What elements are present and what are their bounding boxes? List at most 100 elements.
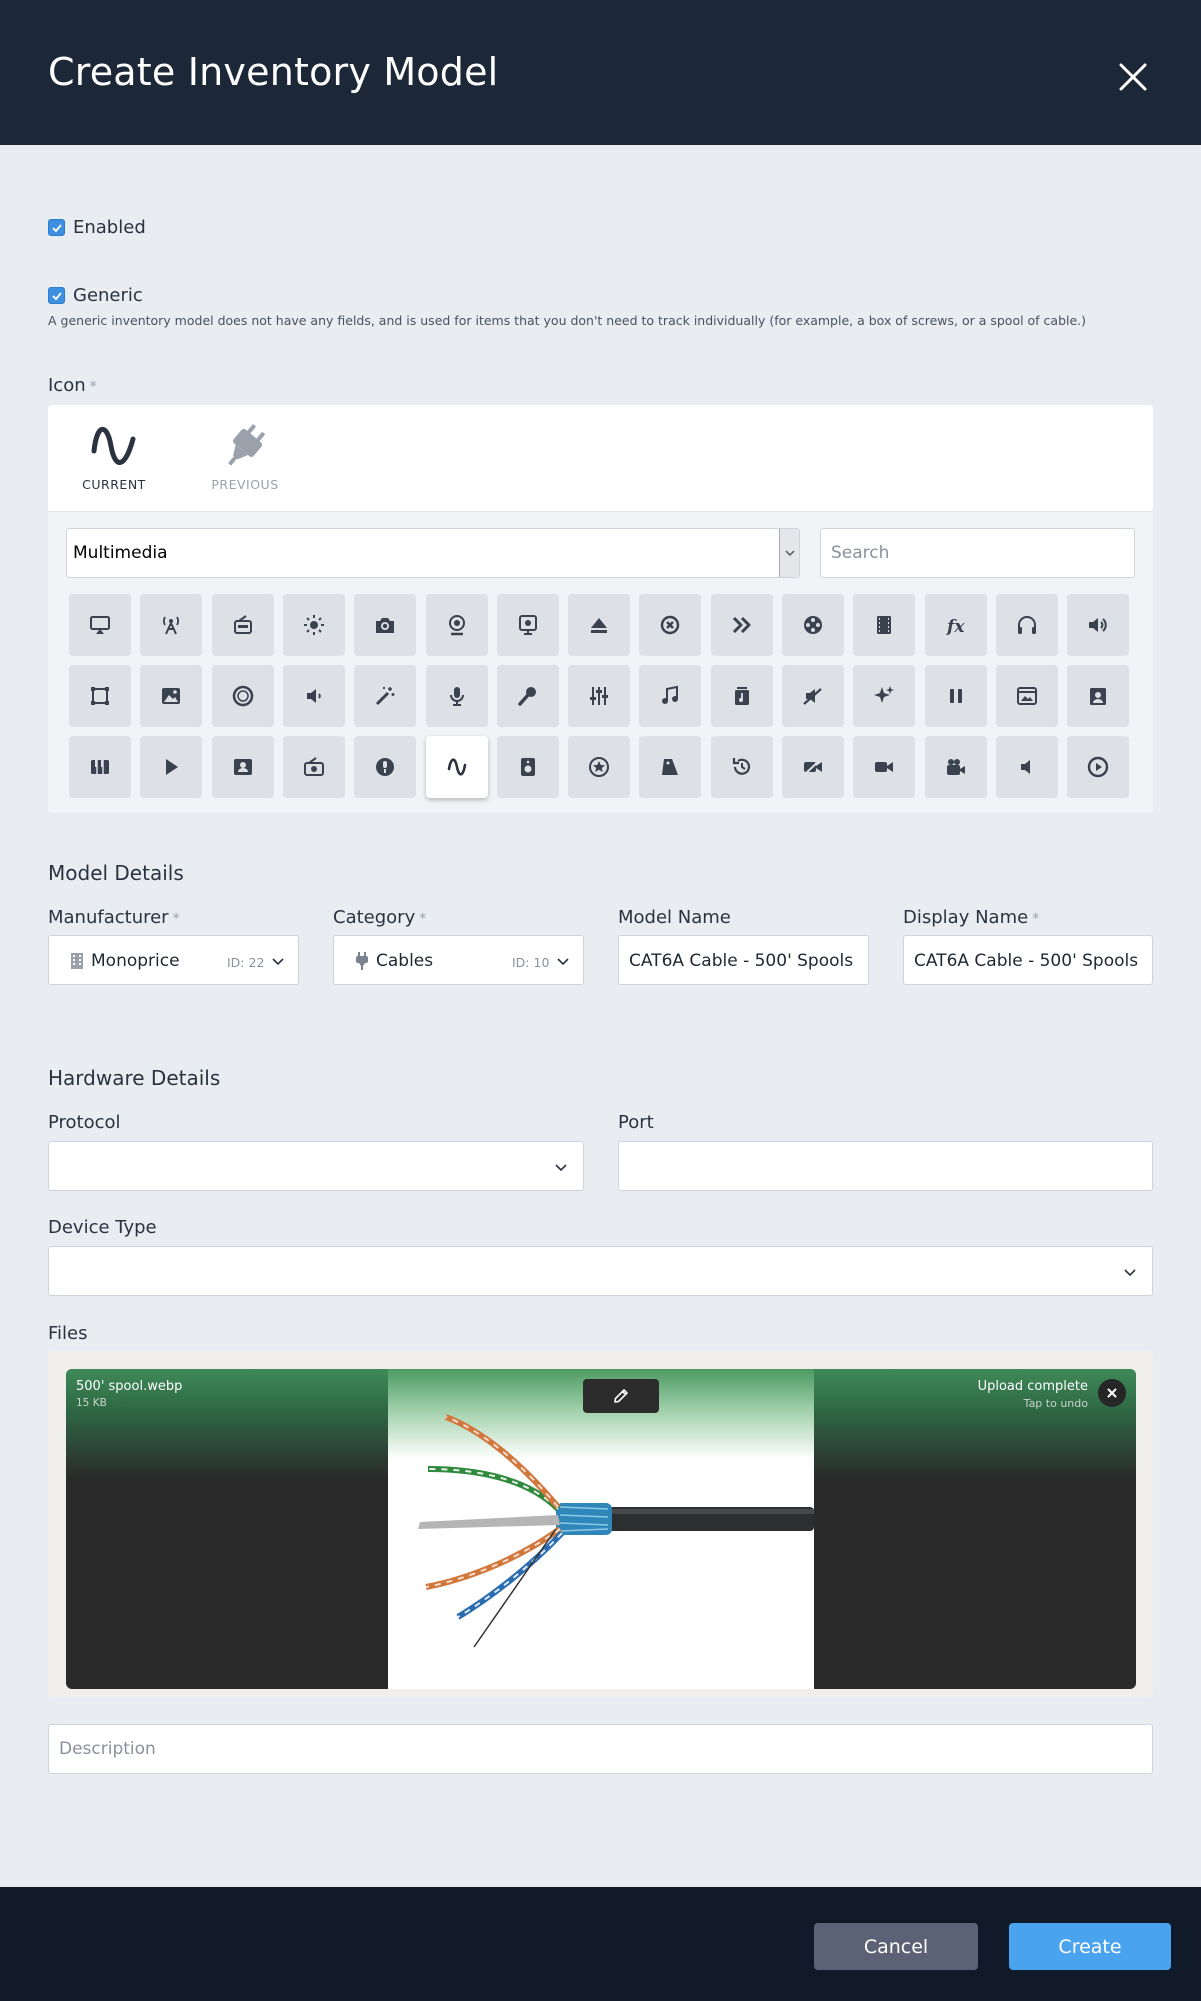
model-name-input[interactable]: CAT6A Cable - 500' Spools xyxy=(618,935,869,985)
icon-option[interactable] xyxy=(782,736,844,798)
icon-option[interactable] xyxy=(282,665,345,727)
icon-option[interactable] xyxy=(354,665,417,727)
icon-option[interactable] xyxy=(354,736,417,798)
icon-option[interactable] xyxy=(568,594,631,656)
icon-option[interactable] xyxy=(995,594,1058,656)
required-mark: * xyxy=(419,911,427,927)
icon-option[interactable] xyxy=(211,665,274,727)
fast-forward-icon xyxy=(732,616,751,634)
icon-category-value: Multimedia xyxy=(73,543,168,563)
icon-option[interactable] xyxy=(782,594,844,656)
icon-option[interactable] xyxy=(140,594,203,656)
plug-icon xyxy=(356,952,368,970)
icon-option[interactable] xyxy=(69,665,131,727)
check-icon xyxy=(51,223,62,232)
icon-option[interactable] xyxy=(710,594,773,656)
display-name-input[interactable]: CAT6A Cable - 500' Spools xyxy=(903,935,1153,985)
icon-option[interactable] xyxy=(710,736,773,798)
protocol-select[interactable] xyxy=(48,1141,584,1191)
portrait-icon xyxy=(1090,688,1107,705)
manufacturer-label-text: Manufacturer xyxy=(48,907,169,928)
select-arrow[interactable] xyxy=(779,529,799,577)
create-button[interactable]: Create xyxy=(1009,1923,1171,1970)
icon-option[interactable] xyxy=(425,594,488,656)
magic-wand-icon xyxy=(376,687,395,706)
enabled-checkbox[interactable] xyxy=(48,219,65,236)
undo-hint[interactable]: Tap to undo xyxy=(1024,1397,1088,1410)
icon-option[interactable] xyxy=(995,736,1058,798)
icon-option[interactable] xyxy=(639,736,702,798)
hardware-details-title: Hardware Details xyxy=(48,1066,221,1090)
icon-option[interactable] xyxy=(282,736,345,798)
category-id: ID: 10 xyxy=(512,955,550,970)
icon-option[interactable] xyxy=(853,665,916,727)
image-icon xyxy=(162,688,181,704)
file-name: 500' spool.webp xyxy=(76,1379,183,1394)
required-mark: * xyxy=(172,911,180,927)
category-select[interactable]: Cables ID: 10 xyxy=(333,935,584,985)
icon-option[interactable] xyxy=(140,736,203,798)
upload-status: Upload complete xyxy=(977,1379,1088,1394)
icon-option[interactable] xyxy=(140,665,203,727)
port-input[interactable] xyxy=(618,1141,1153,1191)
video-camera-icon xyxy=(875,762,894,772)
display-name-label: Display Name * xyxy=(903,907,1039,928)
icon-option[interactable] xyxy=(1067,665,1130,727)
icon-search-input[interactable] xyxy=(820,528,1135,578)
sliders-icon xyxy=(590,687,609,705)
icon-option[interactable] xyxy=(425,665,488,727)
icon-option[interactable] xyxy=(354,594,417,656)
edit-image-button[interactable] xyxy=(583,1379,659,1413)
icon-option[interactable] xyxy=(568,665,631,727)
icon-option[interactable] xyxy=(853,736,916,798)
waveform-icon xyxy=(447,758,466,776)
radio-cassette-icon xyxy=(303,757,324,776)
icon-option[interactable] xyxy=(995,665,1058,727)
remove-file-button[interactable] xyxy=(1098,1379,1126,1407)
building-icon xyxy=(71,953,83,969)
icon-option[interactable] xyxy=(639,594,702,656)
icon-option[interactable] xyxy=(568,736,631,798)
icon-option[interactable] xyxy=(496,665,559,727)
modal-header: Create Inventory Model xyxy=(0,0,1201,145)
category-label: Category * xyxy=(333,907,426,928)
icon-category-select[interactable]: Multimedia xyxy=(66,528,800,578)
icon-option[interactable] xyxy=(211,594,274,656)
device-type-select[interactable] xyxy=(48,1246,1153,1296)
chevron-down-icon xyxy=(272,958,284,966)
play-circle-icon xyxy=(1087,756,1109,778)
file-size: 15 KB xyxy=(76,1397,107,1409)
icon-option[interactable] xyxy=(69,736,131,798)
speaker-icon xyxy=(520,758,535,776)
icon-option[interactable] xyxy=(782,665,844,727)
icon-option[interactable] xyxy=(282,594,345,656)
enabled-row: Enabled xyxy=(48,217,146,238)
microphone-icon xyxy=(449,687,464,706)
required-mark: * xyxy=(1032,911,1040,927)
close-button[interactable] xyxy=(1113,57,1153,97)
icon-option[interactable] xyxy=(496,594,559,656)
close-icon xyxy=(1107,1388,1117,1398)
contact-card-icon xyxy=(233,759,252,775)
file-upload-panel[interactable]: 500' spool.webp 15 KB Upload complete Ta… xyxy=(48,1351,1153,1697)
icon-option[interactable] xyxy=(425,736,488,798)
icon-option[interactable]: fx xyxy=(924,594,987,656)
icon-option[interactable] xyxy=(853,594,916,656)
tag-icon xyxy=(662,759,679,775)
icon-option[interactable] xyxy=(69,594,131,656)
description-input[interactable] xyxy=(48,1724,1153,1774)
icon-option[interactable] xyxy=(710,665,773,727)
music-album-icon xyxy=(734,687,749,705)
icon-option[interactable] xyxy=(1067,594,1130,656)
icon-option[interactable] xyxy=(639,665,702,727)
icon-option[interactable] xyxy=(211,736,274,798)
icon-option[interactable] xyxy=(496,736,559,798)
previous-icon-preview[interactable]: PREVIOUS xyxy=(195,421,295,492)
cancel-button[interactable]: Cancel xyxy=(814,1923,978,1970)
icon-option[interactable] xyxy=(1067,736,1130,798)
icon-option[interactable] xyxy=(924,665,987,727)
icon-option[interactable] xyxy=(924,736,987,798)
generic-checkbox[interactable] xyxy=(48,287,65,304)
category-value: Cables xyxy=(376,951,434,971)
manufacturer-select[interactable]: Monoprice ID: 22 xyxy=(48,935,299,985)
